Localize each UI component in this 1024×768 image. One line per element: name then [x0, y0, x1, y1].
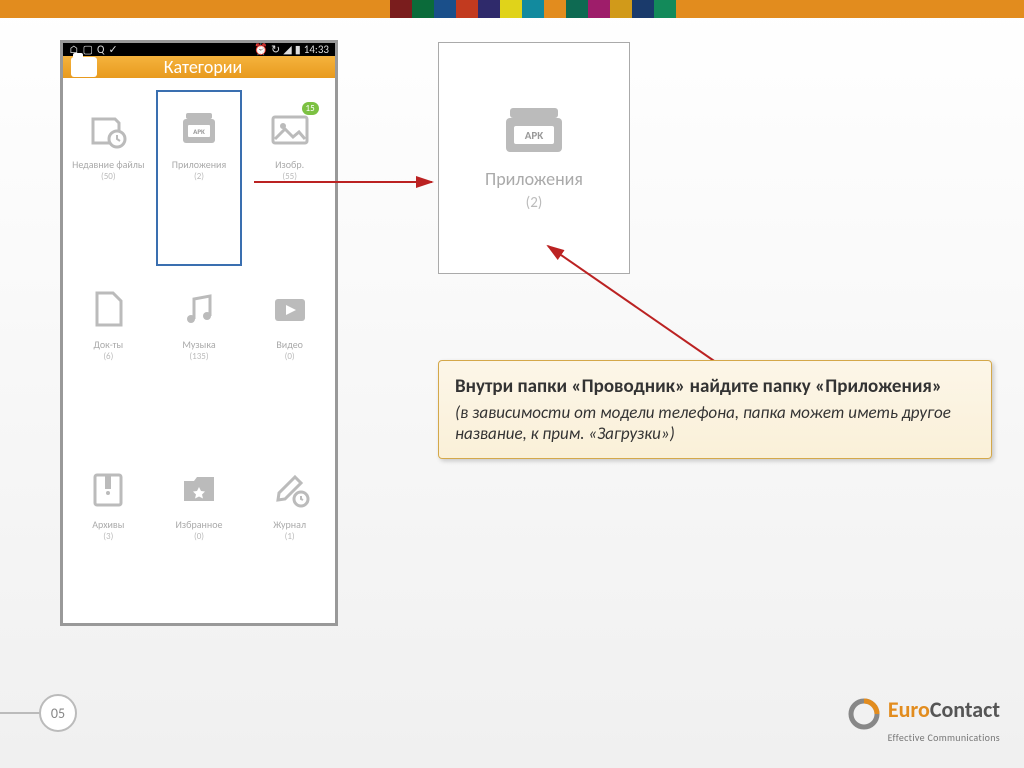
stripe-block [456, 0, 478, 18]
category-label: Журнал(1) [273, 518, 306, 543]
stripe-block [610, 0, 632, 18]
app-bar-title: Категории [105, 56, 301, 78]
callout-title: Внутри папки «Проводник» найдите папку «… [455, 375, 975, 398]
page-number-value: 05 [39, 694, 77, 732]
category-label: Избранное(0) [176, 518, 223, 543]
category-archives[interactable]: Архивы(3) [63, 448, 154, 628]
page-number: 05 [0, 694, 77, 732]
apk-icon: APK [504, 104, 564, 154]
footer-logo: EuroContact Effective Communications [847, 696, 1000, 744]
favorites-icon [176, 468, 222, 510]
archives-icon [85, 468, 131, 510]
zoom-count: (2) [526, 194, 543, 212]
stripe-block [390, 0, 412, 18]
app-bar: Категории [63, 56, 335, 78]
callout-subtitle: (в зависимости от модели телефона, папка… [455, 402, 975, 444]
logo-brand-1: Euro [888, 696, 930, 723]
search-icon: Q [97, 43, 104, 56]
category-label: Видео(0) [276, 338, 303, 363]
sync-icon: ↻ [271, 43, 280, 56]
logo-tagline: Effective Communications [847, 731, 1000, 744]
chevron-icon: ✓ [108, 43, 117, 56]
category-label: Музыка(135) [182, 338, 215, 363]
category-label: Архивы(3) [92, 518, 124, 543]
apps-icon: APK [176, 108, 222, 150]
category-docs[interactable]: Док-ты(6) [63, 268, 154, 448]
docs-icon [85, 288, 131, 330]
stripe-block [588, 0, 610, 18]
signal-icon: ◢ [283, 43, 291, 56]
logo-mark-icon [847, 697, 881, 731]
category-music[interactable]: Музыка(135) [154, 268, 245, 448]
video-icon [267, 288, 313, 330]
phone-screenshot: ⌂ ▢ Q ✓ ⏰ ↻ ◢ ▮ 14:33 Категории Недавние… [60, 40, 338, 626]
music-icon [176, 288, 222, 330]
stripe-block [632, 0, 654, 18]
log-icon [267, 468, 313, 510]
alarm-icon: ⏰ [254, 43, 268, 56]
category-apps[interactable]: APK Приложения(2) [154, 88, 245, 268]
stripe-block [522, 0, 544, 18]
category-favorites[interactable]: Избранное(0) [154, 448, 245, 628]
badge: 15 [302, 102, 319, 115]
calendar-icon: ▢ [83, 43, 93, 56]
zoom-label: Приложения [485, 168, 583, 190]
stripe-block [500, 0, 522, 18]
stripe-block [654, 0, 676, 18]
category-video[interactable]: Видео(0) [244, 268, 335, 448]
category-label: Приложения(2) [172, 158, 226, 183]
stripe-block [544, 0, 566, 18]
svg-text:APK: APK [525, 129, 544, 142]
instruction-callout: Внутри папки «Проводник» найдите папку «… [438, 360, 992, 459]
status-bar: ⌂ ▢ Q ✓ ⏰ ↻ ◢ ▮ 14:33 [63, 43, 335, 56]
recent-icon [85, 108, 131, 150]
folder-icon [71, 57, 97, 77]
category-grid: Недавние файлы(50) APK Приложения(2) 15 Изоб… [63, 78, 335, 638]
stripe-block [434, 0, 456, 18]
stripe-block [478, 0, 500, 18]
category-images[interactable]: 15 Изобр.(55) [244, 88, 335, 268]
stripe-block [412, 0, 434, 18]
category-recent[interactable]: Недавние файлы(50) [63, 88, 154, 268]
images-icon: 15 [267, 108, 313, 150]
zoom-detail: APK Приложения (2) [438, 42, 630, 274]
clock-text: 14:33 [304, 43, 329, 56]
stripe-block [566, 0, 588, 18]
category-label: Недавние файлы(50) [72, 158, 144, 183]
category-label: Изобр.(55) [275, 158, 304, 183]
category-log[interactable]: Журнал(1) [244, 448, 335, 628]
battery-icon: ▮ [295, 43, 301, 56]
category-label: Док-ты(6) [93, 338, 123, 363]
svg-text:APK: APK [193, 127, 205, 136]
logo-brand-2: Contact [930, 696, 1000, 723]
